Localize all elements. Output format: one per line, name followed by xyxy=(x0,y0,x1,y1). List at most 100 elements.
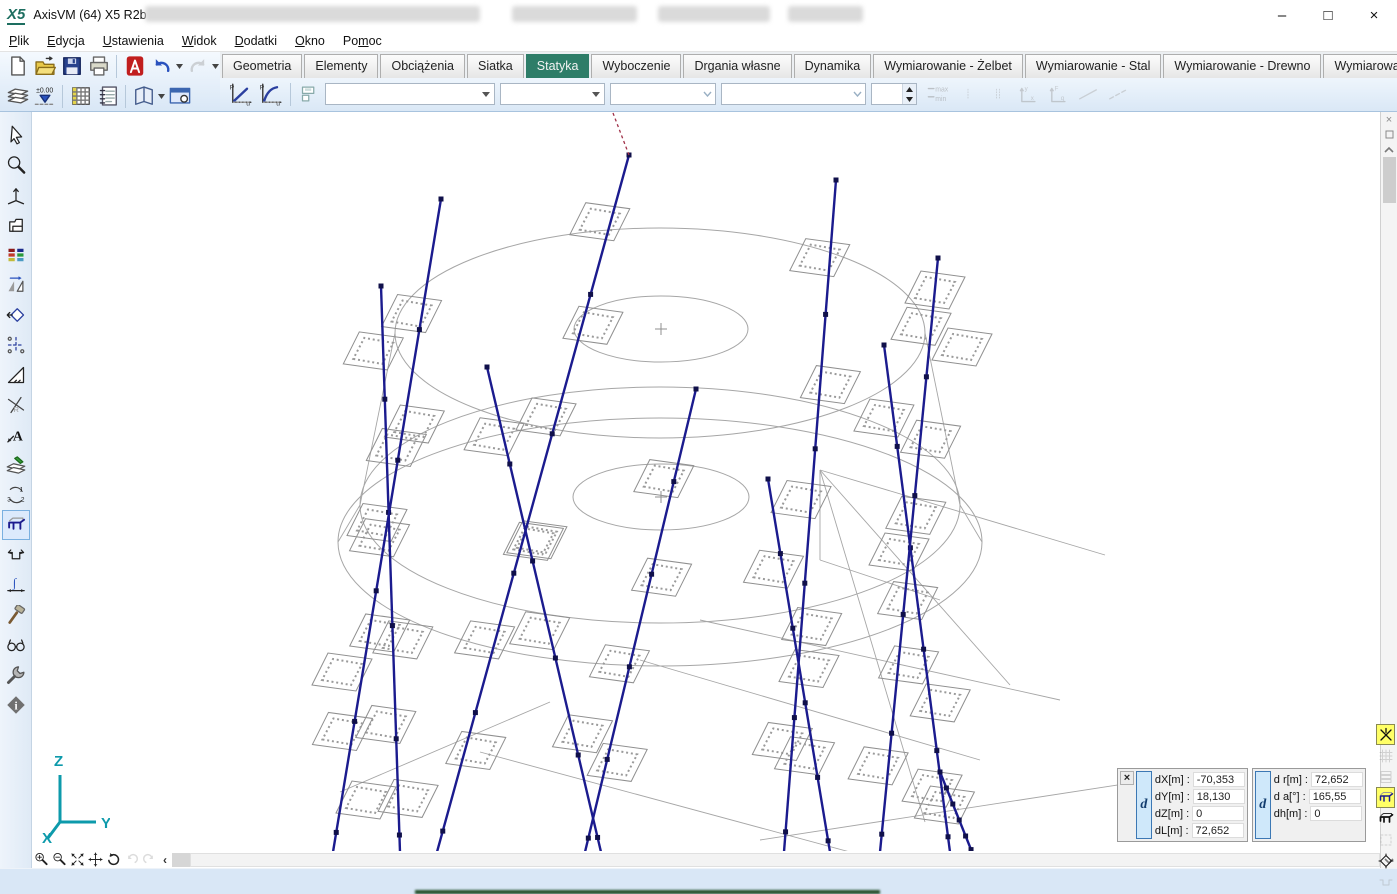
report-maker-button[interactable] xyxy=(94,84,121,109)
new-model-button[interactable] xyxy=(4,54,31,79)
collapse-toolbar-button[interactable]: ‹ xyxy=(158,853,172,867)
background-layer-list-toggle[interactable] xyxy=(1376,766,1395,787)
tool-views[interactable] xyxy=(2,180,30,210)
section-line-2-button[interactable] xyxy=(1103,80,1133,108)
table-browser-button[interactable] xyxy=(67,84,94,109)
tool-renumbering[interactable]: 123 xyxy=(2,480,30,510)
tool-guidelines[interactable] xyxy=(2,330,30,360)
undo-dropdown[interactable] xyxy=(175,54,184,79)
tab-geometria[interactable]: Geometria xyxy=(222,54,302,78)
tab-wymiarowanie-żelbet[interactable]: Wymiarowanie - Żelbet xyxy=(873,54,1023,78)
tool-dimension-lines[interactable]: A xyxy=(2,420,30,450)
hscroll-track[interactable] xyxy=(190,853,1380,867)
menu-plik[interactable]: Plik xyxy=(0,34,38,48)
tab-siatka[interactable]: Siatka xyxy=(467,54,524,78)
tool-intersect-delete[interactable]: R xyxy=(2,390,30,420)
result-display-parameters-button[interactable] xyxy=(295,80,325,108)
chevron-down-icon[interactable] xyxy=(478,84,494,104)
scroll-up-icon[interactable] xyxy=(1382,142,1397,157)
drawings-library-dropdown[interactable] xyxy=(157,84,166,109)
snap-grid-toggle[interactable] xyxy=(1376,745,1395,766)
tab-wymiarowanie-stal[interactable]: Wymiarowanie - Stal xyxy=(1025,54,1162,78)
tool-model-check[interactable] xyxy=(2,600,30,630)
layer-manager-button[interactable] xyxy=(4,84,31,109)
menu-edycja[interactable]: Edycja xyxy=(38,34,94,48)
parts-box-toggle[interactable] xyxy=(1376,829,1395,850)
delta-toggle-button[interactable]: d xyxy=(1136,771,1152,839)
section-segment-toggle[interactable] xyxy=(1376,871,1395,892)
zoom-out-button[interactable] xyxy=(50,852,68,868)
redo-button[interactable] xyxy=(184,54,211,79)
hscroll-thumb[interactable] xyxy=(172,853,190,867)
tool-geometry-tools[interactable] xyxy=(2,300,30,330)
tool-mean-values[interactable]: ∫ xyxy=(2,570,30,600)
undo-button[interactable] xyxy=(148,54,175,79)
tab-drgania-własne[interactable]: Drgania własne xyxy=(683,54,791,78)
child-restore-icon[interactable] xyxy=(1382,127,1397,142)
child-close-icon[interactable]: × xyxy=(1382,112,1397,127)
drawings-library-button[interactable] xyxy=(130,84,157,109)
pdf-export-button[interactable] xyxy=(121,54,148,79)
tool-background-layers[interactable] xyxy=(2,450,30,480)
coordinate-value[interactable]: 0 xyxy=(1310,806,1362,821)
tab-wymiarowanie-mur[interactable]: Wymiarowanie - Mur xyxy=(1323,54,1397,78)
min-max-values-button[interactable]: maxmin xyxy=(923,80,953,108)
tool-geometric-transformations[interactable] xyxy=(2,270,30,300)
redo-view-button[interactable] xyxy=(140,852,158,868)
tool-display-options[interactable] xyxy=(2,630,30,660)
tab-wymiarowanie-drewno[interactable]: Wymiarowanie - Drewno xyxy=(1163,54,1321,78)
tab-obciążenia[interactable]: Obciążenia xyxy=(380,54,465,78)
chevron-down-icon[interactable] xyxy=(588,84,604,104)
coordinate-value[interactable]: 72,652 xyxy=(1192,823,1244,838)
envelope-combo[interactable] xyxy=(721,83,866,105)
print-button[interactable] xyxy=(85,54,112,79)
save-model-button[interactable] xyxy=(58,54,85,79)
menu-widok[interactable]: Widok xyxy=(173,34,226,48)
tool-beam-detailing[interactable] xyxy=(2,510,30,540)
coordinate-value[interactable]: 18,130 xyxy=(1193,789,1245,804)
maximize-button[interactable]: □ xyxy=(1305,0,1351,30)
tab-statyka[interactable]: Statyka xyxy=(526,54,590,78)
zoom-to-fit-button[interactable] xyxy=(68,852,86,868)
iso-surfaces-button[interactable] xyxy=(983,80,1013,108)
tool-service-settings[interactable] xyxy=(2,660,30,690)
tab-wyboczenie[interactable]: Wyboczenie xyxy=(591,54,681,78)
tool-zoom[interactable] xyxy=(2,150,30,180)
beam-display-solid-toggle[interactable] xyxy=(1376,808,1395,829)
zoom-in-button[interactable] xyxy=(32,852,50,868)
save-to-drawings-library-button[interactable] xyxy=(166,84,193,109)
beam-display-toggle[interactable] xyxy=(1376,787,1395,808)
scale-spinner[interactable] xyxy=(871,83,917,105)
tool-selection[interactable] xyxy=(2,120,30,150)
close-icon[interactable]: × xyxy=(1120,771,1134,785)
coordinate-value[interactable]: 0 xyxy=(1192,806,1244,821)
load-case-combo[interactable] xyxy=(325,83,495,105)
snap-intersection-toggle[interactable] xyxy=(1376,724,1395,745)
open-model-button[interactable] xyxy=(31,54,58,79)
tab-elementy[interactable]: Elementy xyxy=(304,54,378,78)
chevron-down-icon[interactable] xyxy=(849,84,865,104)
menu-pomoc[interactable]: Pomoc xyxy=(334,34,391,48)
tool-drafting-tools[interactable] xyxy=(2,360,30,390)
minimize-button[interactable]: – xyxy=(1259,0,1305,30)
diagram-force-button[interactable]: Fq xyxy=(1043,80,1073,108)
tool-model-info[interactable]: i xyxy=(2,690,30,720)
spinner-up-icon[interactable] xyxy=(903,84,916,94)
menu-dodatki[interactable]: Dodatki xyxy=(226,34,286,48)
pan-button[interactable] xyxy=(86,852,104,868)
menu-okno[interactable]: Okno xyxy=(286,34,334,48)
menu-ustawienia[interactable]: Ustawienia xyxy=(94,34,173,48)
chevron-down-icon[interactable] xyxy=(699,84,715,104)
storey-level-button[interactable]: ±0.00 xyxy=(31,84,58,109)
iso-lines-button[interactable] xyxy=(953,80,983,108)
close-button[interactable]: × xyxy=(1351,0,1397,30)
redo-dropdown[interactable] xyxy=(211,54,220,79)
linear-static-analysis-button[interactable]: Pu xyxy=(226,80,256,108)
model-canvas[interactable]: ZYX ‹ ×ddX[m] :-70,353dY[m] :18,130dZ[m]… xyxy=(32,112,1380,868)
coordinate-value[interactable]: 72,652 xyxy=(1311,772,1363,787)
diagram-y-x-button[interactable]: yx xyxy=(1013,80,1043,108)
delta-toggle-button[interactable]: d xyxy=(1255,771,1271,839)
scroll-thumb[interactable] xyxy=(1383,157,1396,203)
section-line-1-button[interactable] xyxy=(1073,80,1103,108)
rotate-button[interactable] xyxy=(104,852,122,868)
